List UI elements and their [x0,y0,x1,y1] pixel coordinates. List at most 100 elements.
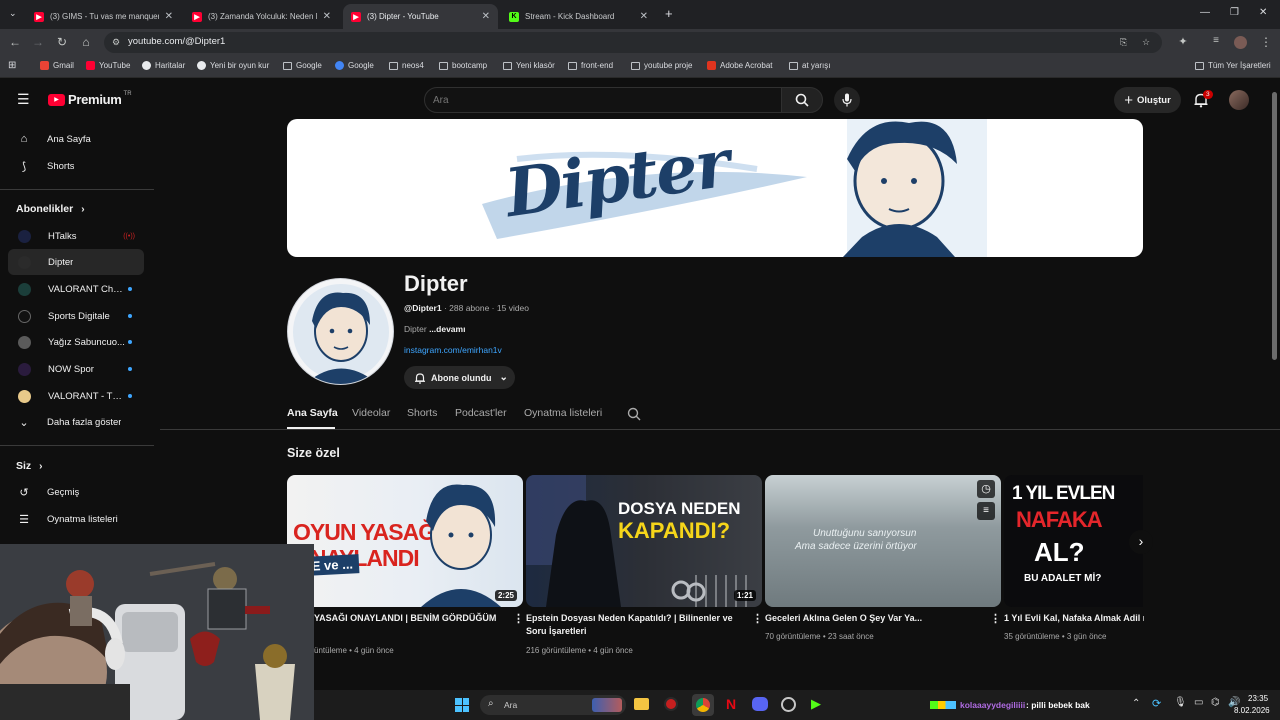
youtube-premium-logo[interactable]: ▶ Premium TR [48,91,132,107]
video-title[interactable]: Geceleri Aklına Gelen O Şey Var Ya... [765,612,985,625]
channel-link[interactable]: instagram.com/emirhan1v [404,345,502,355]
bookmark-folder-youtube-proje[interactable]: youtube proje [631,61,692,70]
tray-sync-icon[interactable]: ⟳ [1152,697,1161,710]
windows-start-icon[interactable] [455,698,469,712]
sidebar-item-home[interactable]: ⌂ Ana Sayfa [8,126,144,152]
clock-time[interactable]: 23:35 [1248,694,1268,703]
you-header[interactable]: Siz › [16,460,43,472]
browser-tab[interactable]: ▶ (3) GIMS - Tu vas me manquer ✕ [26,4,181,29]
tab-playlists[interactable]: Oynatma listeleri [524,407,602,419]
discord-icon[interactable] [752,697,768,711]
notifications-button[interactable]: 3 [1192,90,1213,110]
sidebar-item-playlists[interactable]: ☰ Oynatma listeleri [8,506,144,532]
app-icon-red-circle[interactable] [664,697,678,711]
sidebar-sub-now-spor[interactable]: NOW Spor [8,356,144,382]
create-button[interactable]: + Oluştur [1114,87,1181,113]
voice-search-button[interactable] [834,87,860,113]
profile-avatar[interactable] [1234,36,1247,49]
all-bookmarks[interactable]: Tüm Yer İşaretleri [1195,61,1271,70]
install-icon[interactable]: ⎘ [1120,37,1127,48]
sidebar-item-shorts[interactable]: ⟆ Shorts [8,153,144,179]
address-bar[interactable]: ⚙ youtube.com/@Dipter1 ⎘ ☆ [104,32,1162,53]
new-tab-button[interactable]: + [665,6,673,21]
hamburger-menu-icon[interactable]: ☰ [17,91,30,108]
tab-podcasts[interactable]: Podcast'ler [455,407,507,419]
app-icon-gear[interactable] [781,697,796,712]
video-thumbnail[interactable]: Unuttuğunu sanıyorsun Ama sadece üzerini… [765,475,1001,607]
apps-grid-icon[interactable]: ⊞ [8,60,16,71]
bookmark-folder-horse-race[interactable]: at yarışı [789,61,830,70]
video-thumbnail[interactable]: 1 YIL EVLEN NAFAKA AL? BU ADALET Mİ? [1004,475,1143,607]
search-box[interactable] [424,87,782,113]
more-options-icon[interactable]: ⋮ [513,612,524,625]
back-button[interactable]: ← [7,35,23,49]
sidebar-show-more[interactable]: ⌄ Daha fazla göster [8,409,144,435]
netflix-icon[interactable]: N [726,696,736,712]
bookmark-youtube[interactable]: YouTube [86,61,130,70]
tray-network-icon[interactable]: ⌬ [1211,697,1220,708]
tab-home[interactable]: Ana Sayfa [287,407,338,419]
bookmark-folder-neos4[interactable]: neos4 [389,61,424,70]
channel-avatar-large[interactable] [287,278,394,385]
sidebar-sub-valorant-challengers[interactable]: VALORANT Chall... [8,276,144,302]
browser-tab[interactable]: ▶ (3) Zamanda Yolculuk: Neden M ✕ [184,4,339,29]
tab-videos[interactable]: Videolar [352,407,390,419]
more-options-icon[interactable]: ⋮ [990,612,1001,625]
extensions-icon[interactable]: ✦ [1175,35,1191,48]
bookmark-folder-google[interactable]: Google [283,61,322,70]
menu-icon[interactable]: ⋮ [1258,35,1274,49]
channel-description[interactable]: Dipter ...devamı [404,324,465,334]
sidebar-item-history[interactable]: ↺ Geçmiş [8,479,144,505]
account-avatar[interactable] [1229,90,1249,110]
forward-button[interactable]: → [30,35,46,49]
tab-search-icon[interactable]: ⌄ [9,8,17,19]
file-explorer-icon[interactable] [634,698,649,710]
close-icon[interactable]: ✕ [482,11,490,22]
video-thumbnail[interactable]: OYUN YASAĞI ONAYLANDI NCE ve ... 2:25 [287,475,523,607]
sidebar-sub-htalks[interactable]: HTalks ((•)) [8,223,144,249]
search-input[interactable] [433,93,763,108]
video-title[interactable]: Epstein Dosyası Neden Kapatıldı? | Bilin… [526,612,748,638]
tray-mic-icon[interactable]: 🎙 [1174,697,1187,708]
kick-app-icon[interactable]: ▶ [811,696,821,712]
close-icon[interactable]: ✕ [323,11,331,22]
watch-later-icon[interactable]: ◷ [977,480,995,498]
bookmark-gmail[interactable]: Gmail [40,61,74,70]
more-options-icon[interactable]: ⋮ [752,612,763,625]
bookmark-folder-bootcamp[interactable]: bootcamp [439,61,487,70]
add-to-queue-icon[interactable]: ≡ [977,502,995,520]
close-icon[interactable]: ✕ [640,11,648,22]
sidebar-sub-valorant-tr[interactable]: VALORANT - Tür... [8,383,144,409]
reload-button[interactable]: ↻ [54,35,70,49]
close-icon[interactable]: ✕ [165,11,173,22]
bookmark-new-game[interactable]: Yeni bir oyun kur [197,61,269,70]
subscribed-button[interactable]: Abone olundu ⌄ [404,366,515,389]
bookmark-google[interactable]: Google [335,61,374,70]
browser-tab-active[interactable]: ▶ (3) Dipter - YouTube ✕ [343,4,498,29]
clock-date[interactable]: 8.02.2026 [1234,706,1270,715]
tray-chevron-up-icon[interactable]: ⌃ [1132,698,1140,709]
bookmark-folder-frontend[interactable]: front-end [568,61,613,70]
carousel-next-button[interactable]: › [1129,530,1153,554]
taskbar-search[interactable]: ⌕ Ara [480,695,626,715]
sidebar-sub-yagiz[interactable]: Yağız Sabuncuo... [8,329,144,355]
tab-shorts[interactable]: Shorts [407,407,437,419]
sidebar-sub-dipter[interactable]: Dipter [8,249,144,275]
url-text[interactable]: youtube.com/@Dipter1 [128,36,225,47]
channel-search-icon[interactable] [627,407,641,421]
tray-monitor-icon[interactable]: ▭ [1194,697,1203,708]
search-button[interactable] [781,87,823,113]
bookmark-acrobat[interactable]: Adobe Acrobat [707,61,772,70]
bookmark-maps[interactable]: Haritalar [142,61,185,70]
site-info-icon[interactable]: ⚙ [112,37,120,48]
bookmark-folder-new[interactable]: Yeni klasör [503,61,555,70]
subscriptions-header[interactable]: Abonelikler › [16,203,85,215]
home-button[interactable]: ⌂ [78,35,94,49]
description-more[interactable]: ...devamı [429,324,465,334]
minimize-button[interactable]: — [1200,7,1210,18]
bookmark-star-icon[interactable]: ☆ [1142,37,1150,48]
page-scrollbar[interactable] [1272,92,1277,360]
video-thumbnail[interactable]: DOSYA NEDEN KAPANDI? 1:21 [526,475,762,607]
video-title[interactable]: YASAĞI ONAYLANDI | BENİM GÖRDÜĞÜM [314,612,510,625]
maximize-button[interactable]: ❐ [1230,7,1239,18]
